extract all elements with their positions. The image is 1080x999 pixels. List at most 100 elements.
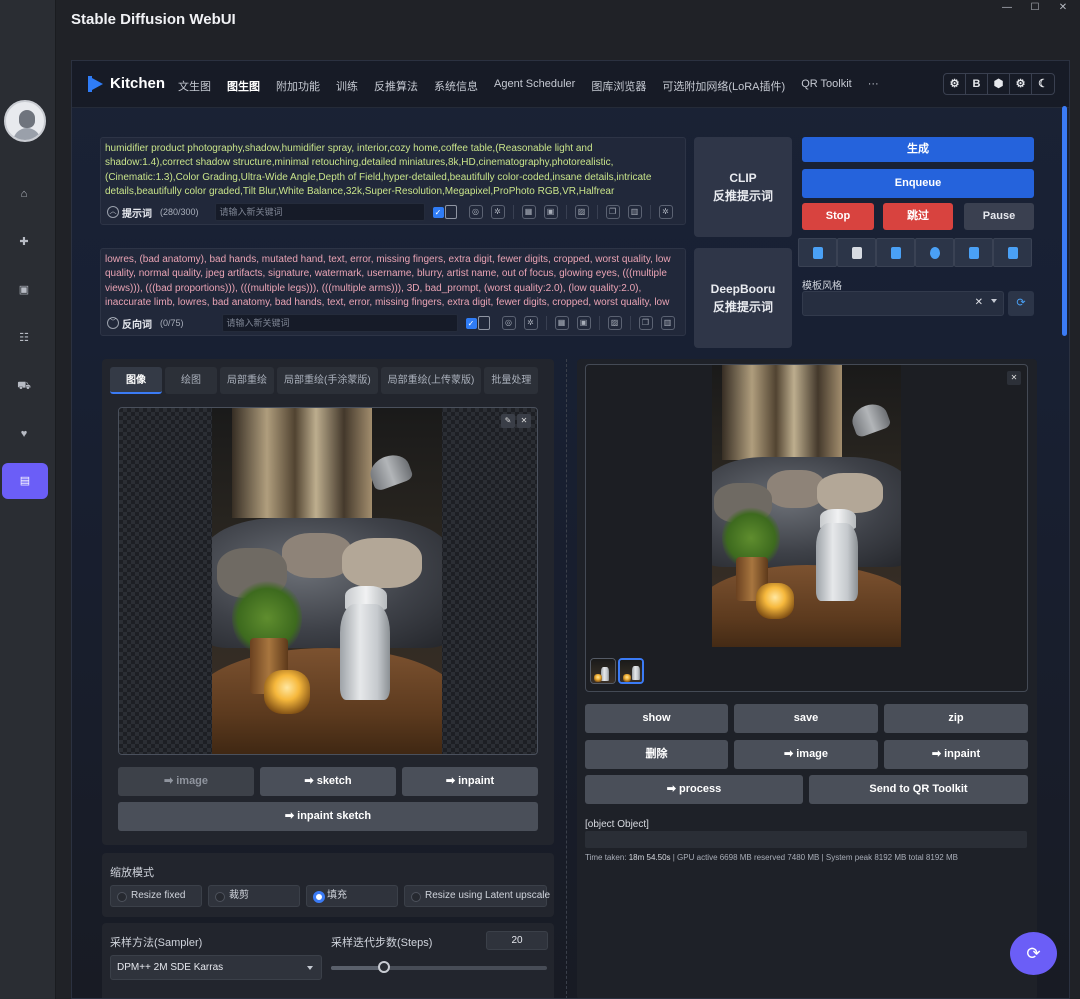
book-icon[interactable] xyxy=(798,238,837,267)
refresh-fab-icon[interactable]: ⟳ xyxy=(1010,932,1057,975)
paste-icon[interactable]: ▦ xyxy=(554,316,569,330)
bookmark-icon[interactable]: ▣ xyxy=(543,205,558,219)
bilibili-icon[interactable]: B xyxy=(966,74,988,94)
avatar[interactable] xyxy=(4,100,46,142)
stop-button[interactable]: Stop xyxy=(802,203,874,230)
image-icon[interactable]: ▨ xyxy=(574,205,589,219)
send-to-inpaint-button[interactable]: ➡ inpaint xyxy=(402,767,538,796)
generate-button[interactable]: 生成 xyxy=(802,137,1034,162)
tab-system-info[interactable]: 系统信息 xyxy=(434,78,478,94)
translate-icon[interactable]: ◎ xyxy=(468,205,483,219)
negative-keyword-input[interactable]: 请输入新关键词 xyxy=(221,314,458,332)
theme-toggle-icon[interactable]: ☾ xyxy=(1032,74,1054,94)
checkbox-icon[interactable]: ✓ xyxy=(465,317,477,329)
github-icon[interactable]: ⬢ xyxy=(988,74,1010,94)
negative-prompt-textarea[interactable]: lowres, (bad anatomy), bad hands, mutate… xyxy=(101,249,685,309)
home-icon[interactable]: ⌂ xyxy=(12,182,36,206)
fill-radio[interactable]: 填充 xyxy=(306,885,398,907)
trash-icon[interactable]: ▥ xyxy=(627,205,642,219)
settings-small-icon[interactable]: ✲ xyxy=(490,205,505,219)
prompt-textarea[interactable]: humidifier product photography,shadow,hu… xyxy=(101,138,685,198)
tab-inpaint[interactable]: 局部重绘 xyxy=(220,367,274,394)
tab-agent-scheduler[interactable]: Agent Scheduler xyxy=(494,78,575,94)
save-icon[interactable] xyxy=(993,238,1032,267)
upload-icon[interactable] xyxy=(876,238,915,267)
template-style-select[interactable]: ✕ xyxy=(802,291,1004,316)
send-to-sketch-button[interactable]: ➡ sketch xyxy=(260,767,396,796)
gallery-thumbnail[interactable] xyxy=(590,658,616,684)
tab-img2img[interactable]: 图生图 xyxy=(227,78,260,94)
skip-button[interactable]: 跳过 xyxy=(883,203,953,230)
tab-inpaint-upload[interactable]: 局部重绘(上传蒙版) xyxy=(380,367,482,394)
file-icon[interactable] xyxy=(954,238,993,267)
tab-image-browser[interactable]: 图库浏览器 xyxy=(591,78,646,94)
deepbooru-interrogate-button[interactable]: DeepBooru 反推提示词 xyxy=(694,248,792,348)
tab-sketch[interactable]: 绘图 xyxy=(165,367,217,394)
steps-input[interactable]: 20 xyxy=(486,931,548,950)
globe-icon[interactable] xyxy=(915,238,954,267)
refresh-icon[interactable]: ⟳ xyxy=(1008,291,1034,316)
send-to-image-button[interactable]: ➡ image xyxy=(734,740,878,769)
save-button[interactable]: save xyxy=(734,704,878,733)
toolbox-icon[interactable]: ⛟ xyxy=(12,374,36,398)
clip-interrogate-button[interactable]: CLIP 反推提示词 xyxy=(694,137,792,237)
chevron-up-icon[interactable]: ︿ xyxy=(107,206,119,218)
enqueue-button[interactable]: Enqueue xyxy=(802,169,1034,198)
tab-qr-toolkit[interactable]: QR Toolkit xyxy=(801,78,852,94)
copy-icon[interactable]: ❐ xyxy=(638,316,653,330)
translate-icon[interactable]: ◎ xyxy=(501,316,516,330)
crop-radio[interactable]: 裁剪 xyxy=(208,885,300,907)
output-photo[interactable] xyxy=(712,365,901,647)
prompt-keyword-input[interactable]: 请输入新关键词 xyxy=(214,203,425,221)
bookmark-icon[interactable]: ▣ xyxy=(576,316,591,330)
input-image-canvas[interactable]: ✎ ✕ xyxy=(118,407,538,755)
latent-upscale-radio[interactable]: Resize using Latent upscale xyxy=(404,885,550,907)
gallery-icon[interactable]: ▣ xyxy=(12,278,36,302)
close-icon[interactable]: ✕ xyxy=(517,414,531,428)
plugin-icon[interactable]: ✚ xyxy=(12,230,36,254)
show-button[interactable]: show xyxy=(585,704,728,733)
delete-button[interactable]: 删除 xyxy=(585,740,728,769)
settings-icon[interactable]: ⚙ xyxy=(944,74,966,94)
settings-sliders-icon[interactable]: ☷ xyxy=(12,326,36,350)
close-window-icon[interactable]: ✕ xyxy=(1046,0,1080,16)
toggle-icon[interactable] xyxy=(444,205,457,219)
tab-extras[interactable]: 附加功能 xyxy=(276,78,320,94)
toggle-icon[interactable] xyxy=(477,316,490,330)
checkbox-icon[interactable]: ✓ xyxy=(432,206,444,218)
tab-txt2img[interactable]: 文生图 xyxy=(178,78,211,94)
clear-icon[interactable]: ✕ xyxy=(975,297,983,308)
send-to-qr-toolkit-button[interactable]: Send to QR Toolkit xyxy=(809,775,1028,804)
tab-image[interactable]: 图像 xyxy=(110,367,162,394)
steps-slider[interactable] xyxy=(331,961,547,973)
tab-train[interactable]: 训练 xyxy=(336,78,358,94)
send-to-image-button[interactable]: ➡ image xyxy=(118,767,254,796)
zip-button[interactable]: zip xyxy=(884,704,1028,733)
send-to-process-button[interactable]: ➡ process xyxy=(585,775,803,804)
gallery-thumbnail-selected[interactable] xyxy=(618,658,644,684)
sampler-select[interactable]: DPM++ 2M SDE Karras xyxy=(110,955,322,980)
copy-icon[interactable]: ❐ xyxy=(605,205,620,219)
steps-slider-handle[interactable] xyxy=(378,961,391,973)
tab-batch[interactable]: 批量处理 xyxy=(484,367,539,394)
tab-inpaint-sketch[interactable]: 局部重绘(手涂蒙版) xyxy=(277,367,378,394)
resize-fixed-radio[interactable]: Resize fixed xyxy=(110,885,202,907)
tab-interrogate[interactable]: 反推算法 xyxy=(374,78,418,94)
favorite-icon[interactable]: ♥ xyxy=(12,422,36,446)
webui-icon[interactable]: ▤ xyxy=(2,463,48,499)
gear-icon[interactable]: ⚙ xyxy=(1010,74,1032,94)
send-to-inpaint-button[interactable]: ➡ inpaint xyxy=(884,740,1028,769)
page-scrollbar[interactable] xyxy=(1062,106,1067,336)
edit-icon[interactable]: ✎ xyxy=(501,414,515,428)
settings-small-icon[interactable]: ✲ xyxy=(523,316,538,330)
trash-icon[interactable]: ▥ xyxy=(660,316,675,330)
pause-button[interactable]: Pause xyxy=(964,203,1034,230)
image-icon[interactable]: ▨ xyxy=(607,316,622,330)
tab-more[interactable]: ··· xyxy=(868,78,879,94)
send-to-inpaint-sketch-button[interactable]: ➡ inpaint sketch xyxy=(118,802,538,831)
close-icon[interactable]: ✕ xyxy=(1007,371,1021,385)
document-icon[interactable] xyxy=(837,238,876,267)
chevron-down-icon[interactable]: ﹀ xyxy=(107,317,119,329)
paste-icon[interactable]: ▦ xyxy=(521,205,536,219)
config-icon[interactable]: ✲ xyxy=(658,205,673,219)
